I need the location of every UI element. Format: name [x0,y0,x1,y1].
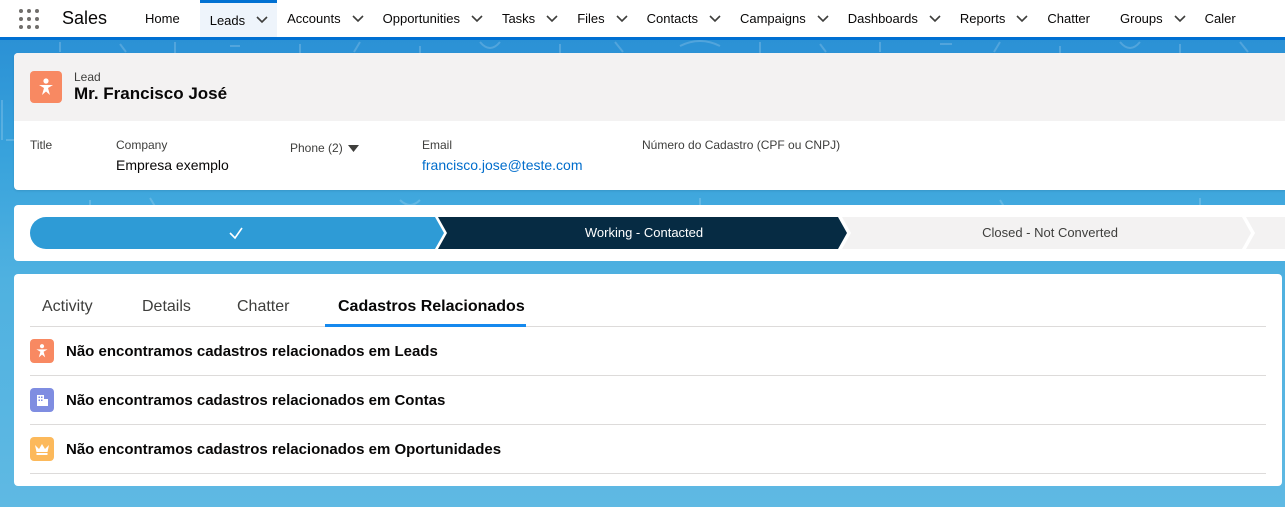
nav-item-label: Reports [959,11,1006,26]
field-label: Title [30,138,53,152]
nav-item-label: Accounts [287,11,341,26]
nav-item-label: Caler [1204,11,1236,26]
nav-item-label: Dashboards [847,11,918,26]
chevron-down-icon[interactable] [812,8,834,30]
record-header: Lead Mr. Francisco José [14,53,1285,121]
path-step-complete[interactable] [30,217,444,249]
sales-path: Working - Contacted Closed - Not Convert… [14,205,1285,261]
nav-item-campaigns[interactable]: Campaigns [730,0,838,37]
nav-item-reports[interactable]: Reports [950,0,1038,37]
field-label: Phone (2) [290,141,343,155]
field-label: Email [422,138,453,152]
tab-details[interactable]: Details [142,298,191,316]
chevron-down-icon[interactable] [1011,8,1033,30]
global-nav: Sales Home Leads Accounts Opportunities … [0,0,1285,40]
chevron-down-icon[interactable] [924,8,946,30]
nav-item-label: Groups [1120,11,1163,26]
chevron-down-icon[interactable] [611,8,633,30]
nav-item-chatter[interactable]: Chatter [1037,0,1110,37]
path-step-incomplete[interactable] [1246,217,1285,249]
field-label: Número do Cadastro (CPF ou CNPJ) [642,138,841,152]
nav-item-label: Campaigns [739,11,806,26]
nav-item-contacts[interactable]: Contacts [637,0,730,37]
field-company: Company Empresa exemplo [116,138,229,173]
lead-person-icon [30,71,62,103]
opportunity-icon [30,437,54,461]
related-list-item: Não encontramos cadastros relacionados e… [30,376,1266,425]
email-link[interactable]: francisco.jose@teste.com [422,157,583,173]
related-list-item: Não encontramos cadastros relacionados e… [30,425,1266,474]
field-phone[interactable]: Phone (2) [290,141,359,155]
lead-icon [30,339,54,363]
related-list-item: Não encontramos cadastros relacionados e… [30,327,1266,376]
app-launcher-button[interactable] [0,0,50,37]
path-step-label: Working - Contacted [584,225,704,240]
chevron-down-icon[interactable] [541,8,563,30]
related-list-message: Não encontramos cadastros relacionados e… [66,342,438,360]
field-label: Company [116,138,168,152]
path-step-label: Closed - Not Converted [982,225,1118,240]
related-tabs-card: Activity Details Chatter Cadastros Relac… [14,274,1282,486]
related-list-message: Não encontramos cadastros relacionados e… [66,440,502,458]
nav-item-label: Opportunities [382,11,460,26]
nav-item-tasks[interactable]: Tasks [492,0,567,37]
tab-bar: Activity Details Chatter Cadastros Relac… [30,274,1266,327]
chevron-down-icon[interactable] [1169,8,1191,30]
nav-item-groups[interactable]: Groups [1110,0,1195,37]
nav-item-label: Home [145,11,180,26]
nav-item-label: Tasks [501,11,536,26]
tab-activity[interactable]: Activity [42,298,93,316]
nav-item-label: Contacts [646,11,698,26]
nav-item-files[interactable]: Files [567,0,636,37]
field-title: Title [30,138,52,157]
nav-item-label: Files [577,11,605,26]
record-object-label: Lead [74,70,101,84]
tab-chatter[interactable]: Chatter [237,298,289,316]
chevron-down-icon[interactable] [347,8,369,30]
chevron-down-icon[interactable] [704,8,726,30]
related-list-message: Não encontramos cadastros relacionados e… [66,391,446,409]
tab-cadastros-relacionados[interactable]: Cadastros Relacionados [338,298,525,316]
field-cadastro: Número do Cadastro (CPF ou CNPJ) [642,138,840,157]
app-name: Sales [62,8,108,28]
record-highlights: Lead Mr. Francisco José Title Company Em… [14,53,1285,190]
nav-item-home[interactable]: Home [135,0,200,37]
field-email: Email francisco.jose@teste.com [422,138,583,173]
caret-down-icon[interactable] [347,144,359,152]
nav-item-calendar[interactable]: Caler [1195,0,1256,37]
nav-item-label: Chatter [1047,11,1090,26]
waffle-icon [19,8,39,29]
highlight-fields: Title Company Empresa exemplo Phone (2) … [14,121,1285,190]
record-name: Mr. Francisco José [74,84,228,103]
account-icon [30,388,54,412]
nav-item-leads[interactable]: Leads [199,0,278,37]
chevron-down-icon[interactable] [251,9,273,31]
nav-item-accounts[interactable]: Accounts [277,0,372,37]
nav-item-dashboards[interactable]: Dashboards [838,0,950,37]
nav-item-opportunities[interactable]: Opportunities [373,0,492,37]
nav-item-label: Leads [209,12,246,28]
field-value: Empresa exemplo [116,157,229,173]
chevron-down-icon[interactable] [466,8,488,30]
